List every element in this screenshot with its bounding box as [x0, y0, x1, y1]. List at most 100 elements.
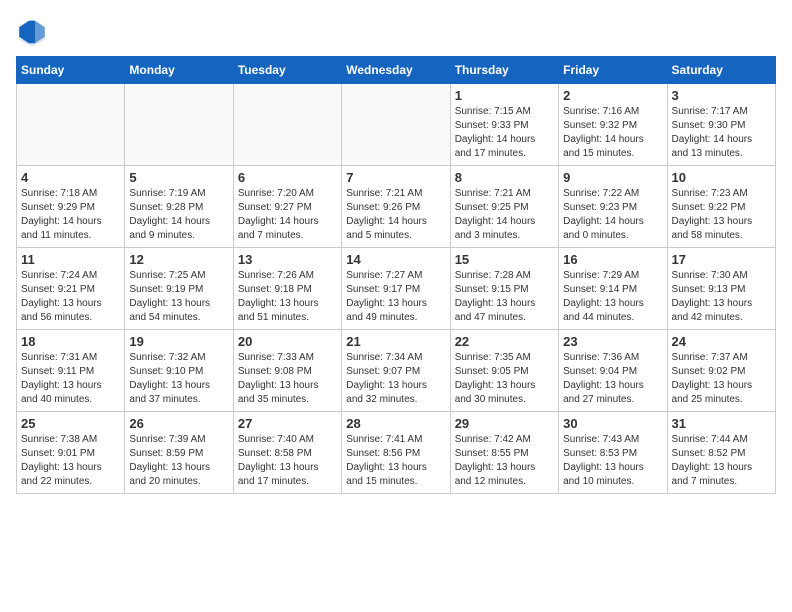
calendar-table: SundayMondayTuesdayWednesdayThursdayFrid… [16, 56, 776, 494]
day-cell: 15 Sunrise: 7:28 AM Sunset: 9:15 PM Dayli… [450, 248, 558, 330]
day-number: 9 [563, 170, 662, 185]
week-row-3: 11 Sunrise: 7:24 AM Sunset: 9:21 PM Dayli… [17, 248, 776, 330]
weekday-header-wednesday: Wednesday [342, 57, 450, 84]
day-info: Sunrise: 7:27 AM Sunset: 9:17 PM Dayligh… [346, 269, 445, 325]
day-info: Sunrise: 7:20 AM Sunset: 9:27 PM Dayligh… [238, 187, 337, 243]
week-row-5: 25 Sunrise: 7:38 AM Sunset: 9:01 PM Dayli… [17, 412, 776, 494]
day-info: Sunrise: 7:15 AM Sunset: 9:33 PM Dayligh… [455, 105, 554, 161]
day-number: 23 [563, 334, 662, 349]
day-cell [233, 84, 341, 166]
day-number: 30 [563, 416, 662, 431]
day-info: Sunrise: 7:19 AM Sunset: 9:28 PM Dayligh… [129, 187, 228, 243]
day-info: Sunrise: 7:31 AM Sunset: 9:11 PM Dayligh… [21, 351, 120, 407]
day-cell: 16Sunrise: 7:29 AM Sunset: 9:14 PM Dayli… [559, 248, 667, 330]
day-number: 25 [21, 416, 120, 431]
day-info: Sunrise: 7:21 AM Sunset: 9:25 PM Dayligh… [455, 187, 554, 243]
day-info: Sunrise: 7:42 AM Sunset: 8:55 PM Dayligh… [455, 433, 554, 489]
weekday-header-friday: Friday [559, 57, 667, 84]
day-number: 13 [238, 252, 337, 267]
day-cell [125, 84, 233, 166]
day-cell: 13 Sunrise: 7:26 AM Sunset: 9:18 PM Dayli… [233, 248, 341, 330]
day-cell [342, 84, 450, 166]
day-number: 31 [672, 416, 771, 431]
day-number: 29 [455, 416, 554, 431]
day-cell: 7 Sunrise: 7:21 AM Sunset: 9:26 PM Daylig… [342, 166, 450, 248]
weekday-header-thursday: Thursday [450, 57, 558, 84]
day-info: Sunrise: 7:32 AM Sunset: 9:10 PM Dayligh… [129, 351, 228, 407]
day-number: 12 [129, 252, 228, 267]
day-number: 11 [21, 252, 120, 267]
day-cell: 30 Sunrise: 7:43 AM Sunset: 8:53 PM Dayli… [559, 412, 667, 494]
day-cell: 19 Sunrise: 7:32 AM Sunset: 9:10 PM Dayli… [125, 330, 233, 412]
day-cell: 9 Sunrise: 7:22 AM Sunset: 9:23 PM Daylig… [559, 166, 667, 248]
weekday-header-row: SundayMondayTuesdayWednesdayThursdayFrid… [17, 57, 776, 84]
day-number: 15 [455, 252, 554, 267]
day-cell: 20Sunrise: 7:33 AM Sunset: 9:08 PM Dayli… [233, 330, 341, 412]
day-info: Sunrise: 7:40 AM Sunset: 8:58 PM Dayligh… [238, 433, 337, 489]
weekday-header-tuesday: Tuesday [233, 57, 341, 84]
day-cell: 23Sunrise: 7:36 AM Sunset: 9:04 PM Dayli… [559, 330, 667, 412]
day-cell: 3 Sunrise: 7:17 AM Sunset: 9:30 PM Daylig… [667, 84, 775, 166]
day-cell: 22 Sunrise: 7:35 AM Sunset: 9:05 PM Dayli… [450, 330, 558, 412]
weekday-header-monday: Monday [125, 57, 233, 84]
day-number: 26 [129, 416, 228, 431]
day-number: 7 [346, 170, 445, 185]
day-number: 14 [346, 252, 445, 267]
day-cell: 11 Sunrise: 7:24 AM Sunset: 9:21 PM Dayli… [17, 248, 125, 330]
day-info: Sunrise: 7:41 AM Sunset: 8:56 PM Dayligh… [346, 433, 445, 489]
day-cell: 1 Sunrise: 7:15 AM Sunset: 9:33 PM Daylig… [450, 84, 558, 166]
day-cell: 12Sunrise: 7:25 AM Sunset: 9:19 PM Dayli… [125, 248, 233, 330]
day-cell: 27 Sunrise: 7:40 AM Sunset: 8:58 PM Dayli… [233, 412, 341, 494]
day-info: Sunrise: 7:23 AM Sunset: 9:22 PM Dayligh… [672, 187, 771, 243]
day-info: Sunrise: 7:21 AM Sunset: 9:26 PM Dayligh… [346, 187, 445, 243]
weekday-header-saturday: Saturday [667, 57, 775, 84]
day-number: 6 [238, 170, 337, 185]
day-info: Sunrise: 7:24 AM Sunset: 9:21 PM Dayligh… [21, 269, 120, 325]
day-info: Sunrise: 7:16 AM Sunset: 9:32 PM Dayligh… [563, 105, 662, 161]
day-number: 4 [21, 170, 120, 185]
day-cell: 18 Sunrise: 7:31 AM Sunset: 9:11 PM Dayli… [17, 330, 125, 412]
weekday-header-sunday: Sunday [17, 57, 125, 84]
logo [16, 16, 52, 48]
day-cell [17, 84, 125, 166]
day-info: Sunrise: 7:28 AM Sunset: 9:15 PM Dayligh… [455, 269, 554, 325]
day-number: 28 [346, 416, 445, 431]
day-cell: 31Sunrise: 7:44 AM Sunset: 8:52 PM Dayli… [667, 412, 775, 494]
day-cell: 10 Sunrise: 7:23 AM Sunset: 9:22 PM Dayli… [667, 166, 775, 248]
week-row-4: 18 Sunrise: 7:31 AM Sunset: 9:11 PM Dayli… [17, 330, 776, 412]
day-info: Sunrise: 7:33 AM Sunset: 9:08 PM Dayligh… [238, 351, 337, 407]
day-info: Sunrise: 7:43 AM Sunset: 8:53 PM Dayligh… [563, 433, 662, 489]
day-cell: 25 Sunrise: 7:38 AM Sunset: 9:01 PM Dayli… [17, 412, 125, 494]
day-info: Sunrise: 7:37 AM Sunset: 9:02 PM Dayligh… [672, 351, 771, 407]
day-info: Sunrise: 7:26 AM Sunset: 9:18 PM Dayligh… [238, 269, 337, 325]
day-cell: 21Sunrise: 7:34 AM Sunset: 9:07 PM Dayli… [342, 330, 450, 412]
day-cell: 14 Sunrise: 7:27 AM Sunset: 9:17 PM Dayli… [342, 248, 450, 330]
day-cell: 2 Sunrise: 7:16 AM Sunset: 9:32 PM Daylig… [559, 84, 667, 166]
day-info: Sunrise: 7:39 AM Sunset: 8:59 PM Dayligh… [129, 433, 228, 489]
day-cell: 17Sunrise: 7:30 AM Sunset: 9:13 PM Dayli… [667, 248, 775, 330]
day-number: 2 [563, 88, 662, 103]
day-info: Sunrise: 7:22 AM Sunset: 9:23 PM Dayligh… [563, 187, 662, 243]
day-number: 19 [129, 334, 228, 349]
day-info: Sunrise: 7:17 AM Sunset: 9:30 PM Dayligh… [672, 105, 771, 161]
day-info: Sunrise: 7:30 AM Sunset: 9:13 PM Dayligh… [672, 269, 771, 325]
day-number: 24 [672, 334, 771, 349]
day-cell: 5Sunrise: 7:19 AM Sunset: 9:28 PM Daylig… [125, 166, 233, 248]
day-number: 1 [455, 88, 554, 103]
day-info: Sunrise: 7:38 AM Sunset: 9:01 PM Dayligh… [21, 433, 120, 489]
day-number: 18 [21, 334, 120, 349]
day-number: 21 [346, 334, 445, 349]
day-number: 22 [455, 334, 554, 349]
day-number: 10 [672, 170, 771, 185]
day-info: Sunrise: 7:35 AM Sunset: 9:05 PM Dayligh… [455, 351, 554, 407]
day-cell: 26 Sunrise: 7:39 AM Sunset: 8:59 PM Dayli… [125, 412, 233, 494]
day-cell: 6 Sunrise: 7:20 AM Sunset: 9:27 PM Daylig… [233, 166, 341, 248]
day-number: 3 [672, 88, 771, 103]
logo-icon [16, 16, 48, 48]
day-cell: 8Sunrise: 7:21 AM Sunset: 9:25 PM Daylig… [450, 166, 558, 248]
day-number: 16 [563, 252, 662, 267]
week-row-1: 1 Sunrise: 7:15 AM Sunset: 9:33 PM Daylig… [17, 84, 776, 166]
day-cell: 24 Sunrise: 7:37 AM Sunset: 9:02 PM Dayli… [667, 330, 775, 412]
day-cell: 28 Sunrise: 7:41 AM Sunset: 8:56 PM Dayli… [342, 412, 450, 494]
day-number: 27 [238, 416, 337, 431]
